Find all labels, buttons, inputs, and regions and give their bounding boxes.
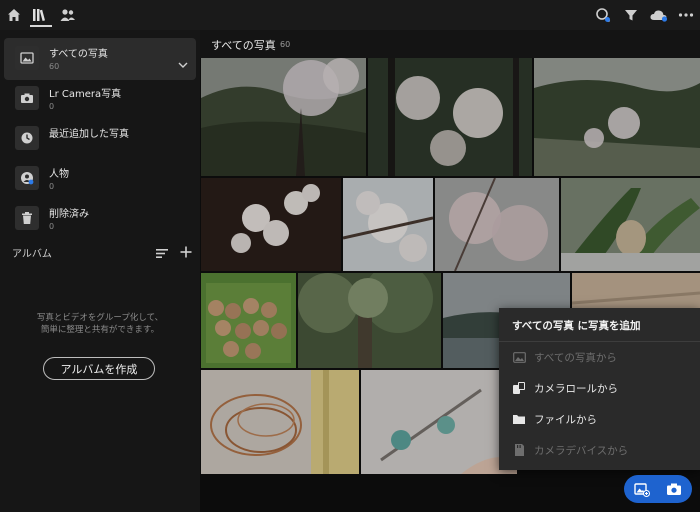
menu-title: すべての写真 に写真を追加 [512,320,641,332]
sidebar-item-count: 0 [49,222,55,231]
sidebar-item-lr-camera[interactable]: Lr Camera写真 0 [4,78,196,120]
sd-card-icon [512,443,526,457]
home-icon[interactable] [5,6,23,24]
add-photos-fab[interactable] [624,475,692,503]
menu-item-label: すべての写真から [534,352,617,364]
cloud-icon[interactable] [649,6,669,24]
page-title: すべての写真 [211,39,276,52]
more-icon[interactable] [677,6,695,24]
photo-count: 60 [280,40,291,49]
menu-item-from-camera-roll[interactable]: カメラロールから [499,373,700,403]
camera-icon [15,86,39,110]
sidebar-item-count: 0 [49,182,55,191]
photo-thumbnail[interactable] [201,370,359,474]
search-people-icon[interactable] [594,6,612,24]
photo-thumbnail[interactable] [561,178,700,271]
chevron-down-icon[interactable] [178,53,188,72]
empty-message-line: 簡単に整理と共有ができます。 [40,325,160,335]
add-photo-icon[interactable] [634,481,650,497]
menu-item-label: カメラデバイスから [534,445,629,457]
sidebar-item-count: 0 [49,102,55,111]
camera-roll-icon [512,381,526,395]
people-icon[interactable] [59,6,77,24]
active-tab-indicator [30,25,52,27]
sidebar: すべての写真 60 Lr Camera写真 0 最近追加した写真 人物 0 削除… [0,30,200,512]
photo-thumbnail[interactable] [343,178,433,271]
main-header: すべての写真 60 [200,30,700,58]
trash-icon [15,206,39,230]
sidebar-item-label: 削除済み [49,209,89,220]
photo-thumbnail[interactable] [298,273,441,368]
sidebar-item-label: すべての写真 [49,49,108,60]
clock-icon [15,126,39,150]
sort-icon[interactable] [156,244,169,263]
photo-thumbnail[interactable] [534,58,700,176]
empty-message-line: 写真とビデオをグループ化して、 [36,313,164,323]
camera-icon[interactable] [666,481,682,497]
albums-heading: アルバム [12,249,52,260]
photos-icon [512,350,526,364]
photo-thumbnail[interactable] [361,370,517,474]
add-album-icon[interactable] [180,243,192,262]
menu-item-label: ファイルから [534,414,597,426]
sidebar-item-label: Lr Camera写真 [49,89,122,100]
photo-thumbnail[interactable] [201,273,296,368]
create-album-button[interactable]: アルバムを作成 [43,357,155,380]
photo-thumbnail[interactable] [201,178,341,271]
sidebar-item-label: 人物 [49,169,69,180]
menu-item-from-camera-device: カメラデバイスから [499,435,700,465]
folder-icon [512,412,526,426]
menu-item-label: カメラロールから [534,383,618,395]
sidebar-item-all-photos[interactable]: すべての写真 60 [4,38,196,80]
filter-icon[interactable] [622,6,640,24]
person-icon [15,166,39,190]
menu-item-from-files[interactable]: ファイルから [499,404,700,434]
library-icon[interactable] [31,6,49,24]
albums-empty-message: 写真とビデオをグループ化して、 簡単に整理と共有ができます。 [10,312,190,336]
photos-icon [15,46,39,70]
photo-thumbnail[interactable] [201,58,366,176]
menu-item-from-all-photos: すべての写真から [499,342,700,372]
sidebar-item-label: 最近追加した写真 [49,129,129,140]
sidebar-item-recently-added[interactable]: 最近追加した写真 [4,118,196,160]
add-photos-menu: すべての写真 に写真を追加 すべての写真から カメラロールから ファイルから カ… [499,308,700,470]
photo-thumbnail[interactable] [368,58,532,176]
sidebar-item-people[interactable]: 人物 0 [4,158,196,200]
top-bar [0,0,700,30]
sidebar-item-count: 60 [49,62,60,71]
photo-thumbnail[interactable] [435,178,559,271]
sidebar-item-deleted[interactable]: 削除済み 0 [4,198,196,240]
